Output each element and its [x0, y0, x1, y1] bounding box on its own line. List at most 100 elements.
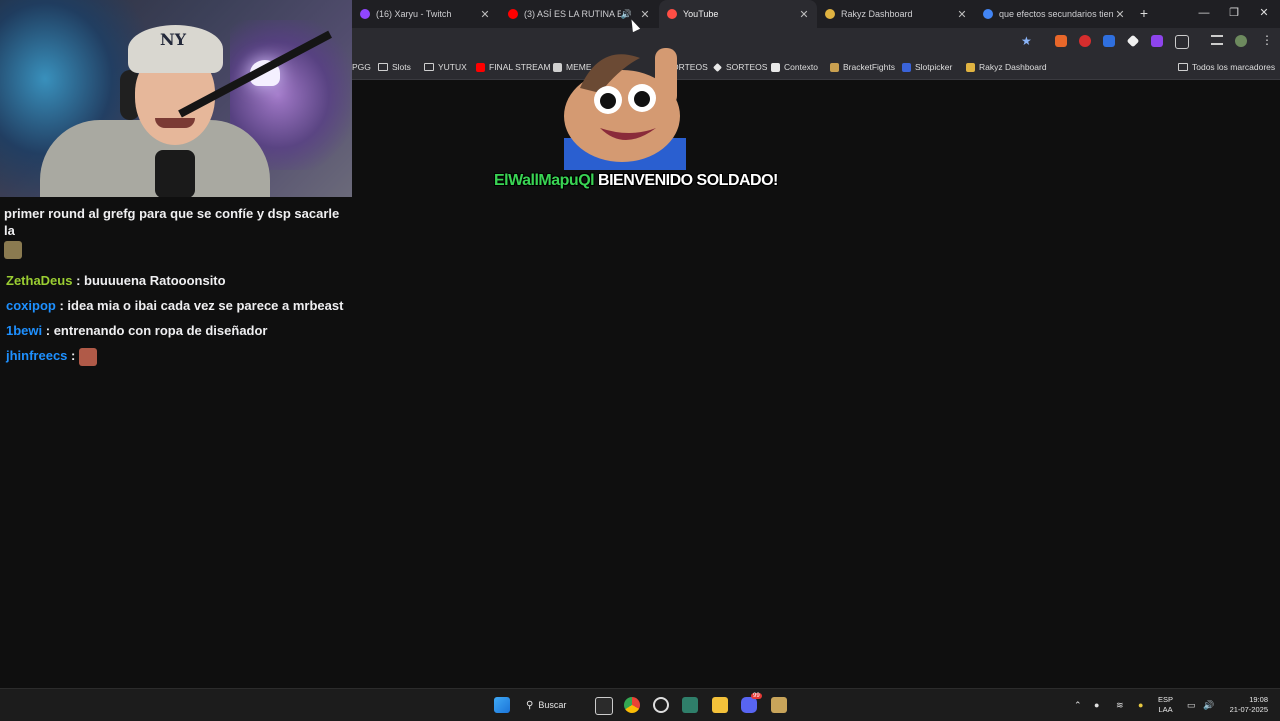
twitch-icon — [360, 9, 370, 19]
bookmark-label: Slotpicker — [915, 62, 953, 72]
display-icon[interactable]: ▭ — [1187, 700, 1196, 711]
obs-icon[interactable] — [653, 697, 669, 713]
smile — [155, 118, 195, 128]
chat-message: coxipop : idea mia o ibai cada vez se pa… — [6, 298, 344, 313]
tab-google-search[interactable]: que efectos secundarios tiene ✕ — [975, 0, 1133, 28]
search-label: Buscar — [538, 700, 567, 710]
rakyz-icon — [966, 62, 975, 72]
all-bookmarks-label: Todos los marcadores — [1192, 62, 1276, 72]
alert-username: ElWallMapuQl — [494, 172, 595, 189]
new-tab-button[interactable]: + — [1136, 5, 1152, 21]
speaker-icon[interactable]: 🔊 — [621, 9, 632, 20]
lang-top: ESP — [1158, 695, 1174, 704]
lang-bottom: LAA — [1158, 705, 1173, 714]
extension-wave-icon[interactable] — [1103, 35, 1115, 47]
cap-logo-icon: NY — [160, 30, 187, 49]
stream-chat: primer round al grefg para que se confíe… — [0, 197, 352, 366]
chrome-icon[interactable] — [624, 697, 640, 713]
chat-message: ZethaDeus : buuuuena Ratooonsito — [6, 273, 226, 288]
tab-youtube[interactable]: YouTube ✕ — [659, 0, 817, 28]
youtube-studio-icon — [667, 9, 677, 19]
extension-twitch-icon[interactable] — [1151, 35, 1163, 47]
extension-red-icon[interactable] — [1079, 35, 1091, 47]
bookmark-folder-slots[interactable]: Slots — [378, 55, 411, 79]
discord-icon[interactable] — [741, 697, 757, 713]
start-windows-icon[interactable] — [494, 697, 510, 713]
salute-emote-icon — [564, 48, 686, 170]
volume-icon[interactable]: 🔊 — [1203, 700, 1214, 711]
bookmark-label: BracketFights — [843, 62, 895, 72]
chat-message-text: buuuuena Ratooonsito — [84, 273, 226, 288]
chat-emote-icon — [78, 347, 97, 366]
folder-icon — [1178, 63, 1188, 71]
extensions-puzzle-icon[interactable] — [1175, 35, 1189, 49]
close-tab-icon[interactable]: ✕ — [638, 8, 652, 21]
close-window-button[interactable]: ✕ — [1254, 5, 1274, 21]
file-explorer-icon[interactable] — [712, 697, 728, 713]
search-icon: ⚲ — [526, 699, 534, 711]
bookmark-pgg[interactable]: PGG — [352, 55, 371, 79]
bookmark-folder-yutux[interactable]: YUTUX — [424, 55, 467, 79]
close-tab-icon[interactable]: ✕ — [478, 8, 492, 21]
close-tab-icon[interactable]: ✕ — [955, 8, 969, 21]
network-icon[interactable]: ≋ — [1116, 700, 1124, 711]
task-view-icon[interactable] — [595, 697, 613, 715]
bookmark-label: PGG — [352, 62, 371, 72]
bookmark-star-icon[interactable]: ★ — [1021, 34, 1032, 48]
tab-title: que efectos secundarios tiene — [999, 9, 1113, 19]
language-indicator[interactable]: ESP LAA — [1158, 695, 1173, 715]
clock-time: 19:08 — [1249, 695, 1268, 704]
bookmark-rakyz-dashboard[interactable]: Rakyz Dashboard — [966, 55, 1047, 79]
bookmark-bracketfights[interactable]: BracketFights — [830, 55, 895, 79]
extension-fox-icon[interactable] — [1055, 35, 1067, 47]
chat-username[interactable]: 1bewi — [6, 323, 42, 338]
minimize-button[interactable]: — — [1194, 5, 1214, 21]
all-bookmarks-button[interactable]: Todos los marcadores — [1178, 55, 1275, 79]
streamer-webcam: NY — [0, 0, 352, 197]
steam-icon[interactable]: ● — [1094, 700, 1099, 710]
chat-username[interactable]: jhinfreecs — [6, 348, 67, 363]
app-icon[interactable] — [682, 697, 698, 713]
bookmark-contexto[interactable]: Contexto — [771, 55, 818, 79]
menu-kebab-icon[interactable]: ⋮ — [1261, 33, 1273, 47]
sp-icon — [902, 62, 911, 72]
bookmark-label: YUTUX — [438, 62, 467, 72]
profile-avatar-icon[interactable] — [1235, 35, 1247, 47]
chat-username[interactable]: coxipop — [6, 298, 56, 313]
microphone — [155, 150, 195, 197]
microphone-icon[interactable]: ● — [1138, 700, 1143, 710]
chat-message-text: idea mia o ibai cada vez se parece a mrb… — [67, 298, 344, 313]
tab-title: (16) Xaryu - Twitch — [376, 9, 452, 19]
media-control-icon[interactable] — [1211, 35, 1223, 45]
chat-username[interactable]: ZethaDeus — [6, 273, 72, 288]
system-clock[interactable]: 19:08 21-07-2025 — [1222, 695, 1268, 715]
folder-icon — [378, 63, 388, 71]
restore-button[interactable]: ❐ — [1224, 5, 1244, 21]
chevron-up-icon[interactable]: ⌃ — [1074, 700, 1082, 711]
close-tab-icon[interactable]: ✕ — [1113, 8, 1127, 21]
folder-icon — [424, 63, 434, 71]
discord-badge: 99 — [751, 693, 762, 699]
tab-rakyz-dashboard[interactable]: Rakyz Dashboard ✕ — [817, 0, 975, 28]
chat-emote-icon — [4, 241, 22, 259]
alert-message: ElWallMapuQl BIENVENIDO SOLDADO! — [494, 172, 778, 190]
tab-twitch[interactable]: (16) Xaryu - Twitch ✕ — [352, 0, 498, 28]
taskbar-search[interactable]: ⚲ Buscar — [526, 695, 566, 715]
bookmark-label: Rakyz Dashboard — [979, 62, 1047, 72]
chat-message: 1bewi : entrenando con ropa de diseñador — [6, 323, 268, 338]
contexto-c-icon — [771, 62, 780, 72]
tab-title: (3) ASÍ ES LA RUTINA EXTR — [524, 9, 621, 19]
extension-diamond-icon[interactable] — [1126, 34, 1140, 48]
chat-partial-line: primer round al grefg para que se confíe… — [0, 205, 352, 259]
tab-title: Rakyz Dashboard — [841, 9, 913, 19]
bookmark-slotpicker[interactable]: Slotpicker — [902, 55, 952, 79]
bookmark-label: Slots — [392, 62, 411, 72]
clock-date: 21-07-2025 — [1229, 705, 1268, 714]
league-of-legends-icon[interactable] — [771, 697, 787, 713]
windows-taskbar: ⚲ Buscar 99 ⌃ ● ≋ ● ESP LAA ▭ 🔊 19:08 21… — [0, 688, 1280, 721]
alert-text: BIENVENIDO SOLDADO! — [598, 172, 778, 189]
bracket-icon — [830, 62, 839, 72]
follower-alert: ElWallMapuQl BIENVENIDO SOLDADO! — [494, 48, 778, 198]
close-tab-icon[interactable]: ✕ — [797, 8, 811, 21]
bookmark-label: Contexto — [784, 62, 819, 72]
